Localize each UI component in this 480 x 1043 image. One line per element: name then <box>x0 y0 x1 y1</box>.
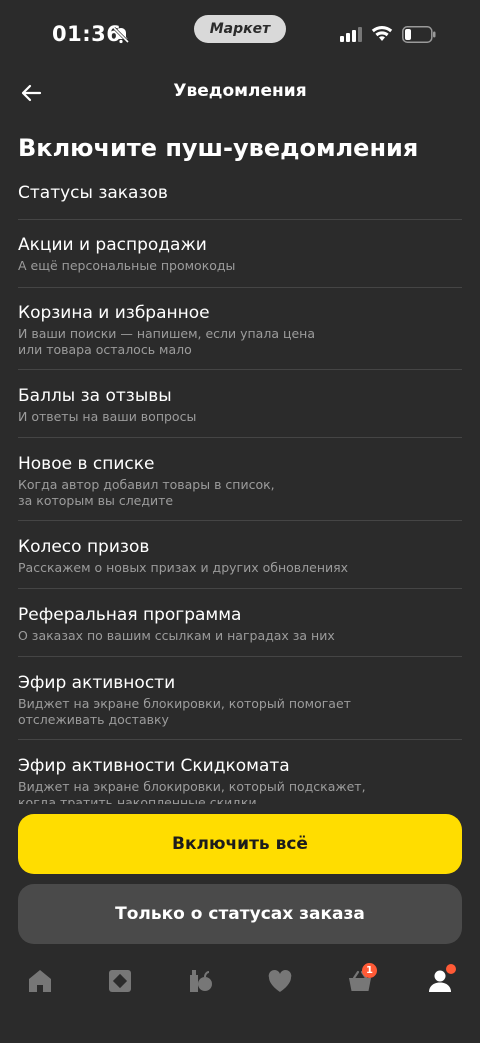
list-item-referral-program[interactable]: Реферальная программа О заказах по вашим… <box>18 604 462 644</box>
list-item-order-status[interactable]: Статусы заказов <box>18 182 462 204</box>
divider <box>18 739 462 740</box>
list-item-review-points[interactable]: Баллы за отзывы И ответы на ваши вопросы <box>18 385 462 425</box>
list-item-title: Корзина и избранное <box>18 303 210 323</box>
list-item-subtitle: Расскажем о новых призах и других обновл… <box>18 560 349 575</box>
only-order-status-button[interactable]: Только о статусах заказа <box>18 884 462 944</box>
heart-icon <box>268 969 292 992</box>
tab-cart[interactable]: 1 <box>342 963 378 999</box>
tab-catalog[interactable] <box>102 963 138 999</box>
notification-list[interactable]: Статусы заказов Акции и распродажи А ещё… <box>18 178 462 804</box>
list-item-promotions[interactable]: Акции и распродажи А ещё персональные пр… <box>18 234 462 274</box>
divider <box>18 656 462 657</box>
list-item-subtitle: Виджет на экране блокировки, который под… <box>18 779 366 804</box>
status-time: 01:36 <box>52 22 122 46</box>
app-indicator-pill[interactable]: Маркет <box>194 15 286 43</box>
list-item-new-in-list[interactable]: Новое в списке Когда автор добавил товар… <box>18 453 462 509</box>
cellular-signal-icon <box>340 27 362 42</box>
divider <box>18 520 462 521</box>
list-item-subtitle: Когда автор добавил товары в список, за … <box>18 477 275 508</box>
list-item-subtitle: И ваши поиски — напишем, если упала цена… <box>18 326 315 357</box>
list-item-live-activity[interactable]: Эфир активности Виджет на экране блокиро… <box>18 672 462 728</box>
profile-notification-dot <box>446 964 456 974</box>
list-item-subtitle: А ещё персональные промокоды <box>18 258 236 273</box>
list-item-title: Акции и распродажи <box>18 235 207 255</box>
list-item-title: Новое в списке <box>18 454 155 474</box>
divider <box>18 219 462 220</box>
list-item-title: Реферальная программа <box>18 605 242 625</box>
cart-badge: 1 <box>362 963 377 978</box>
tab-fresh[interactable] <box>182 963 218 999</box>
list-item-subtitle: Виджет на экране блокировки, который пом… <box>18 696 351 727</box>
catalog-icon <box>109 970 131 992</box>
list-item-title: Статусы заказов <box>18 183 168 203</box>
header-title: Уведомления <box>173 81 307 101</box>
list-item-title: Баллы за отзывы <box>18 386 172 406</box>
divider <box>18 287 462 288</box>
list-item-subtitle: И ответы на ваши вопросы <box>18 409 197 424</box>
list-item-title: Колесо призов <box>18 537 150 557</box>
battery-icon <box>402 26 436 43</box>
tab-profile[interactable] <box>422 963 458 999</box>
list-item-subtitle: О заказах по вашим ссылкам и наградах за… <box>18 628 335 643</box>
nav-header: Уведомления <box>0 70 480 114</box>
enable-all-button[interactable]: Включить всё <box>18 814 462 874</box>
bottom-tab-bar: 1 <box>0 955 480 1005</box>
wifi-icon <box>371 26 393 41</box>
home-icon <box>29 970 51 992</box>
list-item-title: Эфир активности Скидкомата <box>18 756 290 776</box>
divider <box>18 588 462 589</box>
list-item-cart-favorites[interactable]: Корзина и избранное И ваши поиски — напи… <box>18 302 462 358</box>
divider <box>18 369 462 370</box>
status-bar: 01:36 Маркет <box>0 0 480 70</box>
list-item-title: Эфир активности <box>18 673 176 693</box>
bell-muted-icon <box>112 26 130 44</box>
page-title: Включите пуш-уведомления <box>18 134 419 162</box>
tab-favorites[interactable] <box>262 963 298 999</box>
tab-home[interactable] <box>22 963 58 999</box>
fresh-products-icon <box>190 970 212 992</box>
divider <box>18 437 462 438</box>
list-item-prize-wheel[interactable]: Колесо призов Расскажем о новых призах и… <box>18 536 462 576</box>
list-item-live-activity-skidkomat[interactable]: Эфир активности Скидкомата Виджет на экр… <box>18 755 462 804</box>
